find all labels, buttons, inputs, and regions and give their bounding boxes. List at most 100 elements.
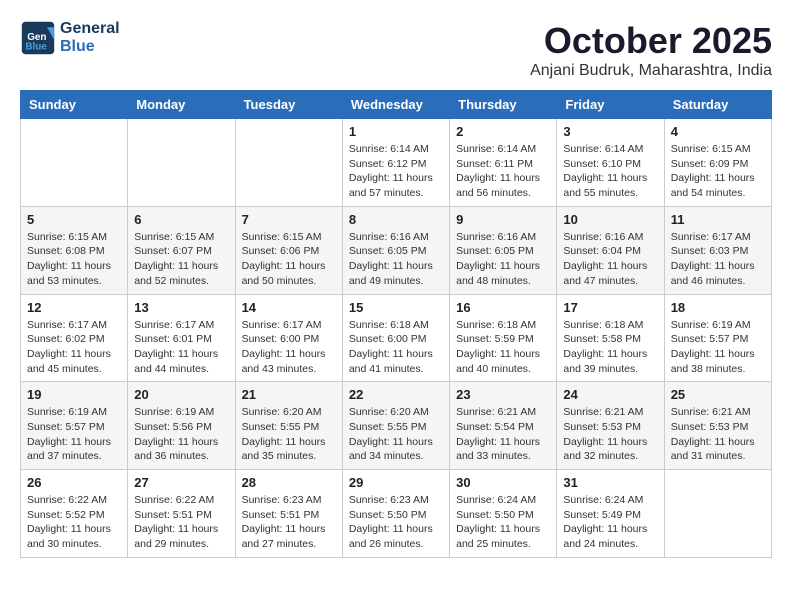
- logo-icon: Gen Blue: [20, 20, 56, 56]
- calendar-cell: 30 Sunrise: 6:24 AM Sunset: 5:50 PM Dayli…: [450, 470, 557, 558]
- calendar-cell: 2 Sunrise: 6:14 AM Sunset: 6:11 PM Daylig…: [450, 119, 557, 207]
- day-number: 7: [242, 212, 336, 227]
- day-number: 29: [349, 475, 443, 490]
- svg-text:Blue: Blue: [25, 42, 47, 53]
- month-title: October 2025: [530, 20, 772, 62]
- day-number: 5: [27, 212, 121, 227]
- calendar-cell: 18 Sunrise: 6:19 AM Sunset: 5:57 PM Dayli…: [664, 294, 771, 382]
- calendar-cell: 10Sunrise: 6:16 AM Sunset: 6:04 PM Dayli…: [557, 206, 664, 294]
- calendar-cell: 20 Sunrise: 6:19 AM Sunset: 5:56 PM Dayli…: [128, 382, 235, 470]
- page-header: Gen Blue General Blue October 2025 Anjan…: [20, 20, 772, 80]
- calendar-cell: 15Sunrise: 6:18 AM Sunset: 6:00 PM Dayli…: [342, 294, 449, 382]
- day-info: Sunrise: 6:17 AM Sunset: 6:01 PM Dayligh…: [134, 318, 228, 377]
- calendar-cell: 11 Sunrise: 6:17 AM Sunset: 6:03 PM Dayli…: [664, 206, 771, 294]
- calendar-body: 1Sunrise: 6:14 AM Sunset: 6:12 PM Daylig…: [21, 119, 772, 558]
- day-number: 6: [134, 212, 228, 227]
- calendar-cell: 31Sunrise: 6:24 AM Sunset: 5:49 PM Dayli…: [557, 470, 664, 558]
- week-row-2: 5 Sunrise: 6:15 AM Sunset: 6:08 PM Daylig…: [21, 206, 772, 294]
- day-info: Sunrise: 6:23 AM Sunset: 5:51 PM Dayligh…: [242, 493, 336, 552]
- calendar-cell: [21, 119, 128, 207]
- day-info: Sunrise: 6:15 AM Sunset: 6:08 PM Dayligh…: [27, 230, 121, 289]
- calendar-cell: 24Sunrise: 6:21 AM Sunset: 5:53 PM Dayli…: [557, 382, 664, 470]
- day-number: 28: [242, 475, 336, 490]
- calendar-cell: 22Sunrise: 6:20 AM Sunset: 5:55 PM Dayli…: [342, 382, 449, 470]
- calendar-cell: 21Sunrise: 6:20 AM Sunset: 5:55 PM Dayli…: [235, 382, 342, 470]
- calendar-cell: 3 Sunrise: 6:14 AM Sunset: 6:10 PM Daylig…: [557, 119, 664, 207]
- day-info: Sunrise: 6:14 AM Sunset: 6:11 PM Dayligh…: [456, 142, 550, 201]
- calendar-cell: 4 Sunrise: 6:15 AM Sunset: 6:09 PM Daylig…: [664, 119, 771, 207]
- day-info: Sunrise: 6:19 AM Sunset: 5:56 PM Dayligh…: [134, 405, 228, 464]
- day-number: 30: [456, 475, 550, 490]
- day-info: Sunrise: 6:24 AM Sunset: 5:50 PM Dayligh…: [456, 493, 550, 552]
- weekday-header-monday: Monday: [128, 91, 235, 119]
- day-info: Sunrise: 6:18 AM Sunset: 6:00 PM Dayligh…: [349, 318, 443, 377]
- calendar-cell: 6 Sunrise: 6:15 AM Sunset: 6:07 PM Daylig…: [128, 206, 235, 294]
- logo: Gen Blue General Blue: [20, 20, 120, 56]
- location-subtitle: Anjani Budruk, Maharashtra, India: [530, 62, 772, 80]
- day-info: Sunrise: 6:16 AM Sunset: 6:04 PM Dayligh…: [563, 230, 657, 289]
- calendar-cell: 7Sunrise: 6:15 AM Sunset: 6:06 PM Daylig…: [235, 206, 342, 294]
- day-number: 9: [456, 212, 550, 227]
- weekday-header-thursday: Thursday: [450, 91, 557, 119]
- calendar-cell: 23Sunrise: 6:21 AM Sunset: 5:54 PM Dayli…: [450, 382, 557, 470]
- calendar-cell: 28 Sunrise: 6:23 AM Sunset: 5:51 PM Dayli…: [235, 470, 342, 558]
- calendar-header: SundayMondayTuesdayWednesdayThursdayFrid…: [21, 91, 772, 119]
- day-info: Sunrise: 6:14 AM Sunset: 6:10 PM Dayligh…: [563, 142, 657, 201]
- day-number: 20: [134, 387, 228, 402]
- calendar-cell: [664, 470, 771, 558]
- calendar-cell: 12 Sunrise: 6:17 AM Sunset: 6:02 PM Dayli…: [21, 294, 128, 382]
- calendar-cell: 25Sunrise: 6:21 AM Sunset: 5:53 PM Dayli…: [664, 382, 771, 470]
- calendar-cell: 13 Sunrise: 6:17 AM Sunset: 6:01 PM Dayli…: [128, 294, 235, 382]
- calendar-cell: 29Sunrise: 6:23 AM Sunset: 5:50 PM Dayli…: [342, 470, 449, 558]
- calendar-cell: [128, 119, 235, 207]
- day-info: Sunrise: 6:17 AM Sunset: 6:02 PM Dayligh…: [27, 318, 121, 377]
- day-number: 2: [456, 124, 550, 139]
- calendar-cell: 14 Sunrise: 6:17 AM Sunset: 6:00 PM Dayli…: [235, 294, 342, 382]
- day-info: Sunrise: 6:18 AM Sunset: 5:59 PM Dayligh…: [456, 318, 550, 377]
- day-number: 18: [671, 300, 765, 315]
- day-info: Sunrise: 6:16 AM Sunset: 6:05 PM Dayligh…: [456, 230, 550, 289]
- day-number: 17: [563, 300, 657, 315]
- calendar-cell: 5 Sunrise: 6:15 AM Sunset: 6:08 PM Daylig…: [21, 206, 128, 294]
- day-number: 26: [27, 475, 121, 490]
- day-info: Sunrise: 6:20 AM Sunset: 5:55 PM Dayligh…: [242, 405, 336, 464]
- calendar-cell: 1Sunrise: 6:14 AM Sunset: 6:12 PM Daylig…: [342, 119, 449, 207]
- day-number: 27: [134, 475, 228, 490]
- day-number: 24: [563, 387, 657, 402]
- day-info: Sunrise: 6:17 AM Sunset: 6:00 PM Dayligh…: [242, 318, 336, 377]
- day-number: 11: [671, 212, 765, 227]
- day-info: Sunrise: 6:19 AM Sunset: 5:57 PM Dayligh…: [671, 318, 765, 377]
- calendar-cell: 27 Sunrise: 6:22 AM Sunset: 5:51 PM Dayli…: [128, 470, 235, 558]
- weekday-header-friday: Friday: [557, 91, 664, 119]
- day-info: Sunrise: 6:17 AM Sunset: 6:03 PM Dayligh…: [671, 230, 765, 289]
- day-number: 4: [671, 124, 765, 139]
- calendar-cell: [235, 119, 342, 207]
- day-number: 12: [27, 300, 121, 315]
- day-info: Sunrise: 6:21 AM Sunset: 5:53 PM Dayligh…: [671, 405, 765, 464]
- day-info: Sunrise: 6:24 AM Sunset: 5:49 PM Dayligh…: [563, 493, 657, 552]
- day-number: 3: [563, 124, 657, 139]
- weekday-header-tuesday: Tuesday: [235, 91, 342, 119]
- weekday-header-wednesday: Wednesday: [342, 91, 449, 119]
- day-number: 13: [134, 300, 228, 315]
- day-info: Sunrise: 6:22 AM Sunset: 5:51 PM Dayligh…: [134, 493, 228, 552]
- weekday-header-row: SundayMondayTuesdayWednesdayThursdayFrid…: [21, 91, 772, 119]
- day-info: Sunrise: 6:16 AM Sunset: 6:05 PM Dayligh…: [349, 230, 443, 289]
- day-info: Sunrise: 6:15 AM Sunset: 6:09 PM Dayligh…: [671, 142, 765, 201]
- day-number: 14: [242, 300, 336, 315]
- week-row-4: 19Sunrise: 6:19 AM Sunset: 5:57 PM Dayli…: [21, 382, 772, 470]
- day-number: 1: [349, 124, 443, 139]
- day-info: Sunrise: 6:18 AM Sunset: 5:58 PM Dayligh…: [563, 318, 657, 377]
- calendar-cell: 26Sunrise: 6:22 AM Sunset: 5:52 PM Dayli…: [21, 470, 128, 558]
- day-number: 23: [456, 387, 550, 402]
- calendar-cell: 17 Sunrise: 6:18 AM Sunset: 5:58 PM Dayli…: [557, 294, 664, 382]
- calendar-cell: 8Sunrise: 6:16 AM Sunset: 6:05 PM Daylig…: [342, 206, 449, 294]
- week-row-3: 12 Sunrise: 6:17 AM Sunset: 6:02 PM Dayli…: [21, 294, 772, 382]
- day-info: Sunrise: 6:20 AM Sunset: 5:55 PM Dayligh…: [349, 405, 443, 464]
- day-info: Sunrise: 6:19 AM Sunset: 5:57 PM Dayligh…: [27, 405, 121, 464]
- week-row-1: 1Sunrise: 6:14 AM Sunset: 6:12 PM Daylig…: [21, 119, 772, 207]
- calendar-table: SundayMondayTuesdayWednesdayThursdayFrid…: [20, 90, 772, 558]
- day-info: Sunrise: 6:15 AM Sunset: 6:07 PM Dayligh…: [134, 230, 228, 289]
- calendar-cell: 19Sunrise: 6:19 AM Sunset: 5:57 PM Dayli…: [21, 382, 128, 470]
- weekday-header-sunday: Sunday: [21, 91, 128, 119]
